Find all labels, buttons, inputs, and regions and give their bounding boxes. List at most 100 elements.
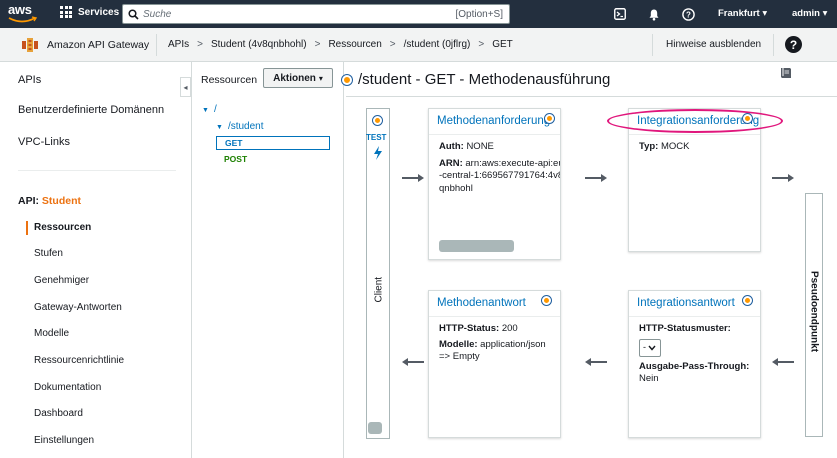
chevron-left-icon: ◂ bbox=[183, 82, 188, 92]
help-circle-icon[interactable]: ? bbox=[680, 6, 696, 22]
hotspot-marker bbox=[373, 116, 382, 125]
region-selector[interactable]: Frankfurt ▾ bbox=[718, 8, 767, 19]
hotspot-marker bbox=[542, 296, 551, 305]
card-header: Integrationsantwort bbox=[629, 291, 760, 317]
integration-response-link[interactable]: Integrationsantwort bbox=[637, 297, 735, 309]
divider bbox=[652, 34, 653, 56]
breadcrumb-separator: > bbox=[478, 39, 485, 50]
endpoint-column: Pseudoendpunkt bbox=[805, 193, 823, 437]
endpoint-label: Pseudoendpunkt bbox=[808, 270, 820, 353]
status-pattern-select[interactable]: - bbox=[639, 338, 661, 357]
tree-node-student[interactable]: ▼/student bbox=[216, 121, 264, 132]
terminal-icon[interactable] bbox=[612, 6, 628, 22]
resources-panel: Ressourcen Aktionen ▾ ▼ / ▼/student GET P… bbox=[192, 62, 344, 458]
method-response-card: Methodenantwort HTTP-Status: 200 Modelle… bbox=[428, 290, 561, 438]
tree-method-get[interactable]: GET bbox=[216, 136, 330, 150]
method-response-body: HTTP-Status: 200 Modelle: application/js… bbox=[439, 323, 546, 362]
caret-down-icon: ▾ bbox=[762, 8, 768, 19]
svg-text:?: ? bbox=[686, 10, 691, 19]
arrow-left-icon bbox=[402, 357, 424, 367]
sidebar-item-vpc-links[interactable]: VPC-Links bbox=[18, 136, 176, 148]
page-title: /student - GET - Methodenausführung bbox=[358, 71, 611, 88]
active-indicator bbox=[26, 221, 28, 235]
api-name[interactable]: Student bbox=[42, 195, 81, 207]
sidebar-item-stages[interactable]: Stufen bbox=[34, 248, 63, 259]
tree-node-root[interactable]: ▼ / bbox=[202, 104, 217, 115]
hotspot-marker bbox=[545, 114, 554, 123]
integration-response-body: HTTP-Statusmuster: - Ausgabe-Pass-Throug… bbox=[639, 323, 760, 386]
scrollbar[interactable] bbox=[439, 240, 514, 252]
sidebar-item-models[interactable]: Modelle bbox=[34, 328, 69, 339]
test-button[interactable]: TEST bbox=[366, 133, 386, 142]
sidebar-item-authorizers[interactable]: Genehmiger bbox=[34, 275, 89, 286]
method-request-card: Methodenanforderung Auth: NONE ARN: arn:… bbox=[428, 108, 561, 260]
sidebar-item-apis[interactable]: APIs bbox=[18, 74, 176, 86]
sidebar-item-custom-domains[interactable]: Benutzerdefinierte Domänenn bbox=[18, 104, 176, 116]
method-request-link[interactable]: Methodenanforderung bbox=[437, 115, 550, 127]
breadcrumb-api[interactable]: Student (4v8qnbhohl) bbox=[211, 39, 307, 50]
search-placeholder: Suche bbox=[143, 8, 172, 20]
aws-logo[interactable]: aws bbox=[8, 3, 44, 25]
highlight-oval bbox=[607, 109, 783, 133]
arrow-right-icon bbox=[585, 173, 607, 183]
passthrough-value: Nein bbox=[639, 373, 659, 384]
hotspot-marker bbox=[743, 296, 752, 305]
breadcrumb-bar: Amazon API Gateway APIs > Student (4v8qn… bbox=[0, 28, 837, 62]
sidebar-item-resource-policy[interactable]: Ressourcenrichtlinie bbox=[34, 355, 124, 366]
sidebar-item-gateway-responses[interactable]: Gateway-Antworten bbox=[34, 302, 122, 313]
help-icon[interactable]: ? bbox=[785, 36, 802, 53]
expand-triangle-icon: ▼ bbox=[202, 107, 209, 114]
api-gateway-icon bbox=[22, 38, 38, 52]
search-input[interactable]: Suche [Option+S] bbox=[122, 4, 510, 24]
breadcrumb-separator: > bbox=[314, 39, 321, 50]
breadcrumb: APIs > Student (4v8qnbhohl) > Ressourcen… bbox=[168, 39, 513, 50]
integration-response-card: Integrationsantwort HTTP-Statusmuster: -… bbox=[628, 290, 761, 438]
divider bbox=[346, 96, 837, 97]
breadcrumb-resource[interactable]: /student (0jflrg) bbox=[404, 39, 471, 50]
sidebar-item-dashboard[interactable]: Dashboard bbox=[34, 408, 83, 419]
breadcrumb-resources[interactable]: Ressourcen bbox=[328, 39, 381, 50]
card-header: Methodenantwort bbox=[429, 291, 560, 317]
resources-title: Ressourcen bbox=[201, 74, 258, 86]
bell-icon[interactable] bbox=[646, 6, 662, 22]
user-menu[interactable]: admin ▾ bbox=[792, 8, 827, 19]
tree-method-post[interactable]: POST bbox=[224, 154, 247, 164]
actions-button[interactable]: Aktionen ▾ bbox=[263, 68, 333, 88]
hotspot-marker bbox=[342, 75, 352, 85]
breadcrumb-apis[interactable]: APIs bbox=[168, 39, 189, 50]
api-label: API: Student bbox=[18, 195, 81, 207]
search-shortcut: [Option+S] bbox=[455, 8, 503, 20]
divider bbox=[18, 170, 176, 171]
method-response-link[interactable]: Methodenantwort bbox=[437, 297, 526, 309]
caret-down-icon: ▾ bbox=[318, 73, 323, 83]
divider bbox=[773, 34, 774, 56]
hide-hints-button[interactable]: Hinweise ausblenden bbox=[666, 39, 761, 50]
arrow-right-icon bbox=[772, 173, 794, 183]
caret-down-icon: ▾ bbox=[822, 8, 828, 19]
arrow-left-icon bbox=[772, 357, 794, 367]
sidebar-item-settings[interactable]: Einstellungen bbox=[34, 435, 94, 446]
breadcrumb-separator: > bbox=[389, 39, 396, 50]
breadcrumb-separator: > bbox=[197, 39, 203, 50]
search-icon bbox=[123, 8, 143, 20]
collapse-sidebar-button[interactable]: ◂ bbox=[180, 77, 191, 97]
type-value: MOCK bbox=[661, 141, 690, 152]
expand-triangle-icon: ▼ bbox=[216, 124, 223, 131]
integration-request-body: Typ: MOCK bbox=[639, 141, 690, 152]
sidebar: APIs Benutzerdefinierte Domänenn VPC-Lin… bbox=[0, 62, 178, 458]
service-name[interactable]: Amazon API Gateway bbox=[47, 39, 149, 51]
breadcrumb-method: GET bbox=[492, 39, 513, 50]
services-menu[interactable]: Services bbox=[60, 6, 119, 18]
method-request-body: Auth: NONE ARN: arn:aws:execute-api:eu-c… bbox=[439, 141, 560, 195]
arrow-left-icon bbox=[585, 357, 607, 367]
top-navigation: aws Services Suche [Option+S] ? Frankfur… bbox=[0, 0, 837, 28]
sidebar-item-documentation[interactable]: Dokumentation bbox=[34, 382, 101, 393]
client-label: Client bbox=[373, 276, 385, 303]
lightning-icon[interactable] bbox=[373, 146, 383, 160]
status-value: 200 bbox=[501, 323, 518, 334]
chevron-down-icon bbox=[648, 345, 656, 351]
arrow-right-icon bbox=[402, 173, 424, 183]
scrollbar[interactable] bbox=[368, 422, 382, 434]
book-icon[interactable] bbox=[779, 66, 793, 80]
sidebar-item-resources[interactable]: Ressourcen bbox=[34, 222, 91, 233]
